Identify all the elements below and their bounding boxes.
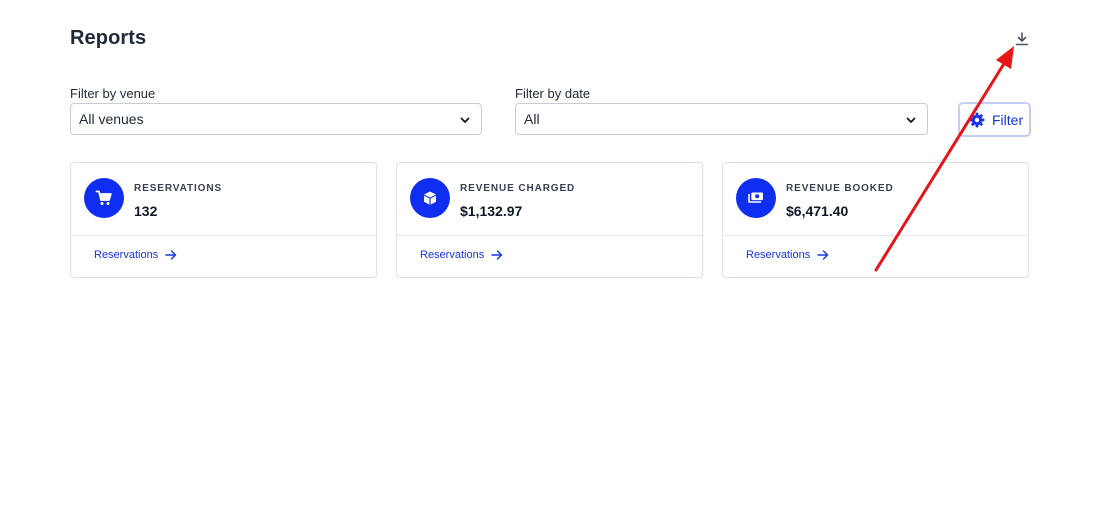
reservations-link-label: Reservations	[94, 249, 159, 261]
stat-card-reservations: RESERVATIONS 132 Reservations	[70, 162, 377, 278]
reservations-link[interactable]: Reservations	[420, 249, 503, 261]
arrow-right-icon	[817, 250, 829, 260]
stat-label: REVENUE BOOKED	[786, 183, 894, 194]
card-divider	[71, 235, 376, 236]
date-filter-label: Filter by date	[515, 86, 591, 101]
arrow-right-icon	[491, 250, 503, 260]
gear-icon	[969, 112, 985, 127]
stat-card-revenue-booked: REVENUE BOOKED $6,471.40 Reservations	[722, 162, 1029, 278]
stat-label: REVENUE CHARGED	[460, 183, 576, 194]
reservations-link-label: Reservations	[746, 249, 811, 261]
arrow-right-icon	[165, 250, 177, 260]
date-select-value: All	[524, 111, 540, 127]
venue-filter-label: Filter by venue	[70, 86, 156, 101]
reservations-link[interactable]: Reservations	[94, 249, 177, 261]
card-divider	[723, 235, 1028, 236]
date-select[interactable]: All	[515, 103, 928, 135]
stat-label: RESERVATIONS	[134, 183, 223, 194]
venue-select-value: All venues	[79, 111, 144, 127]
chevron-down-icon	[460, 117, 470, 123]
money-icon	[736, 178, 776, 218]
stat-value: 132	[134, 203, 158, 219]
page-title: Reports	[70, 27, 147, 49]
box-icon	[410, 178, 450, 218]
stat-value: $1,132.97	[460, 203, 523, 219]
cart-icon	[84, 178, 124, 218]
venue-select[interactable]: All venues	[70, 103, 482, 135]
reservations-link[interactable]: Reservations	[746, 249, 829, 261]
chevron-down-icon	[906, 117, 916, 123]
reservations-link-label: Reservations	[420, 249, 485, 261]
stat-value: $6,471.40	[786, 203, 849, 219]
download-icon[interactable]	[1012, 29, 1032, 49]
filter-button-label: Filter	[992, 111, 1024, 128]
filter-button[interactable]: Filter	[958, 102, 1031, 137]
stat-card-revenue-charged: REVENUE CHARGED $1,132.97 Reservations	[396, 162, 703, 278]
card-divider	[397, 235, 702, 236]
